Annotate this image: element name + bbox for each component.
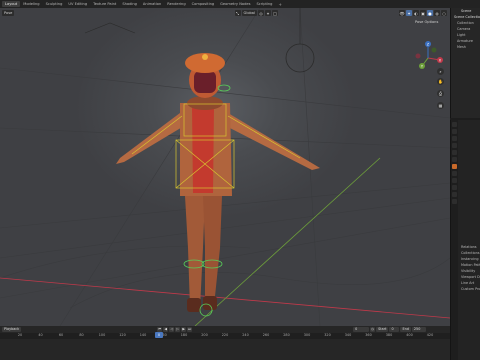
frame-tick-label: 220: [221, 333, 229, 337]
workspace-tab-sculpting[interactable]: Sculpting: [43, 1, 66, 7]
proportional-icon[interactable]: ◯: [272, 10, 278, 16]
object-tab-icon[interactable]: [452, 164, 457, 169]
workspace-tab-geometry-nodes[interactable]: Geometry Nodes: [217, 1, 253, 7]
frame-tick-label: 400: [406, 333, 413, 337]
scene-tab-icon[interactable]: [452, 150, 457, 155]
camera-object[interactable]: [84, 22, 136, 34]
gizmo-toggle-icon[interactable]: ✦: [406, 10, 412, 16]
visibility-icon[interactable]: 👁: [399, 10, 405, 16]
workspace-tab-rendering[interactable]: Rendering: [164, 1, 188, 7]
camera-view-icon[interactable]: ⎙: [437, 90, 444, 97]
light-object[interactable]: [285, 43, 315, 73]
overlay-icon[interactable]: ◐: [413, 10, 419, 16]
particles-tab-icon[interactable]: [452, 178, 457, 183]
frame-tick-label: 320: [324, 333, 331, 337]
world-tab-icon[interactable]: [452, 157, 457, 162]
timeline-editor[interactable]: Playback ⏮ ◀ ◁ ▷ ▶ ⏭ 0 ◷ Start 0 End 250…: [0, 326, 450, 360]
constraints-tab-icon[interactable]: [452, 192, 457, 197]
frame-tick-label: 80: [79, 333, 84, 337]
frame-tick-label: 100: [98, 333, 106, 337]
properties-section-row[interactable]: Custom Properties: [461, 286, 480, 292]
frame-tick-label: 40: [38, 333, 43, 337]
frame-tick-label: 180: [180, 333, 188, 337]
frame-tick-label: 360: [365, 333, 372, 337]
preview-range-icon[interactable]: ◷: [370, 327, 376, 332]
frame-ruler[interactable]: 20 40 60 80 100 120 140 160 180 200 220 240 260 280 30…: [0, 333, 450, 339]
play-reverse-icon[interactable]: ◁: [169, 327, 175, 332]
playhead[interactable]: 0: [155, 332, 163, 338]
frame-tick-label: 140: [139, 333, 147, 337]
frame-tick-label: 300: [303, 333, 311, 337]
current-frame-field[interactable]: 0: [353, 327, 370, 332]
orientation-dropdown[interactable]: Global: [241, 10, 257, 16]
playback-dropdown[interactable]: Playback: [2, 327, 22, 332]
workspace-tab-layout[interactable]: Layout: [2, 1, 21, 7]
physics-tab-icon[interactable]: [452, 185, 457, 190]
workspace-tab-texture-paint[interactable]: Texture Paint: [90, 1, 119, 7]
start-label: Start: [376, 327, 389, 332]
interaction-mode-dropdown[interactable]: Pose: [2, 10, 15, 16]
viewport-scene: [0, 8, 450, 326]
outliner-item[interactable]: Mesh: [451, 44, 480, 50]
x-axis-line: [0, 277, 450, 319]
workspace-tab-scripting[interactable]: Scripting: [253, 1, 275, 7]
prev-keyframe-icon[interactable]: ◀: [163, 327, 169, 332]
outliner-item-list: Collection Camera Light Armature Mesh: [451, 20, 480, 50]
workspace-tab-modeling[interactable]: Modeling: [20, 1, 42, 7]
frame-tick-label: 60: [58, 333, 64, 337]
next-keyframe-icon[interactable]: ▶: [181, 327, 187, 332]
add-workspace-button[interactable]: +: [275, 2, 284, 7]
viewport-header: Pose ⤡ Global ◎ ⌖ ◯ 👁 ✦ ◐ ▣ ● ◍ ○: [0, 8, 450, 18]
workspace-tab-bar: Layout Modeling Sculpting UV Editing Texture…: [0, 0, 480, 8]
properties-sections: Relations Collections Instancing Motion Pat…: [461, 244, 480, 292]
render-tab-icon[interactable]: [452, 129, 457, 134]
frame-tick-label: 420: [426, 333, 434, 337]
properties-editor[interactable]: Relations Collections Instancing Motion Pat…: [450, 120, 480, 360]
output-tab-icon[interactable]: [452, 136, 457, 141]
3d-viewport[interactable]: Pose ⤡ Global ◎ ⌖ ◯ 👁 ✦ ◐ ▣ ● ◍ ○ Pose O…: [0, 8, 450, 326]
frame-tick-label: 380: [385, 333, 393, 337]
timeline-header: Playback ⏮ ◀ ◁ ▷ ▶ ⏭ 0 ◷ Start 0 End 250: [0, 326, 450, 333]
workspace-tab-shading[interactable]: Shading: [119, 1, 140, 7]
snap-icon[interactable]: ⌖: [265, 10, 271, 16]
pose-options-dropdown[interactable]: Pose Options: [415, 20, 438, 24]
outliner-panel[interactable]: Scene Scene Collection Collection Camera L…: [450, 8, 480, 118]
perspective-toggle-icon[interactable]: ▦: [437, 102, 444, 109]
jump-end-icon[interactable]: ⏭: [187, 327, 193, 332]
frame-tick-label: 340: [344, 333, 352, 337]
modifier-tab-icon[interactable]: [452, 171, 457, 176]
transform-orientation-icon[interactable]: ⤡: [234, 10, 241, 16]
frame-tick-label: 20: [17, 333, 23, 337]
zoom-icon[interactable]: ⌕: [437, 68, 444, 75]
frame-tick-label: 280: [283, 333, 290, 337]
frame-tick-label: 240: [242, 333, 249, 337]
view-layer-tab-icon[interactable]: [452, 143, 457, 148]
workspace-tab-uv-editing[interactable]: UV Editing: [65, 1, 90, 7]
pivot-icon[interactable]: ◎: [258, 10, 264, 16]
workspace-tab-compositing[interactable]: Compositing: [189, 1, 218, 7]
frame-tick-label: 260: [262, 333, 270, 337]
play-icon[interactable]: ▷: [175, 327, 181, 332]
frame-tick-label: 120: [119, 333, 126, 337]
solid-shading-icon[interactable]: ●: [427, 10, 433, 16]
start-frame-field[interactable]: 0: [389, 327, 400, 332]
end-frame-field[interactable]: 250: [411, 327, 426, 332]
data-tab-icon[interactable]: [452, 199, 457, 204]
xray-icon[interactable]: ▣: [420, 10, 426, 16]
properties-tab-strip: [451, 120, 458, 360]
workspace-tab-animation[interactable]: Animation: [140, 1, 164, 7]
material-shading-icon[interactable]: ◍: [434, 10, 440, 16]
tool-tab-icon[interactable]: [452, 122, 457, 127]
end-label: End: [400, 327, 411, 332]
character-model[interactable]: [116, 53, 320, 312]
pan-hand-icon[interactable]: ✋: [437, 78, 444, 85]
rendered-shading-icon[interactable]: ○: [441, 10, 447, 16]
frame-tick-label: 200: [201, 333, 208, 337]
